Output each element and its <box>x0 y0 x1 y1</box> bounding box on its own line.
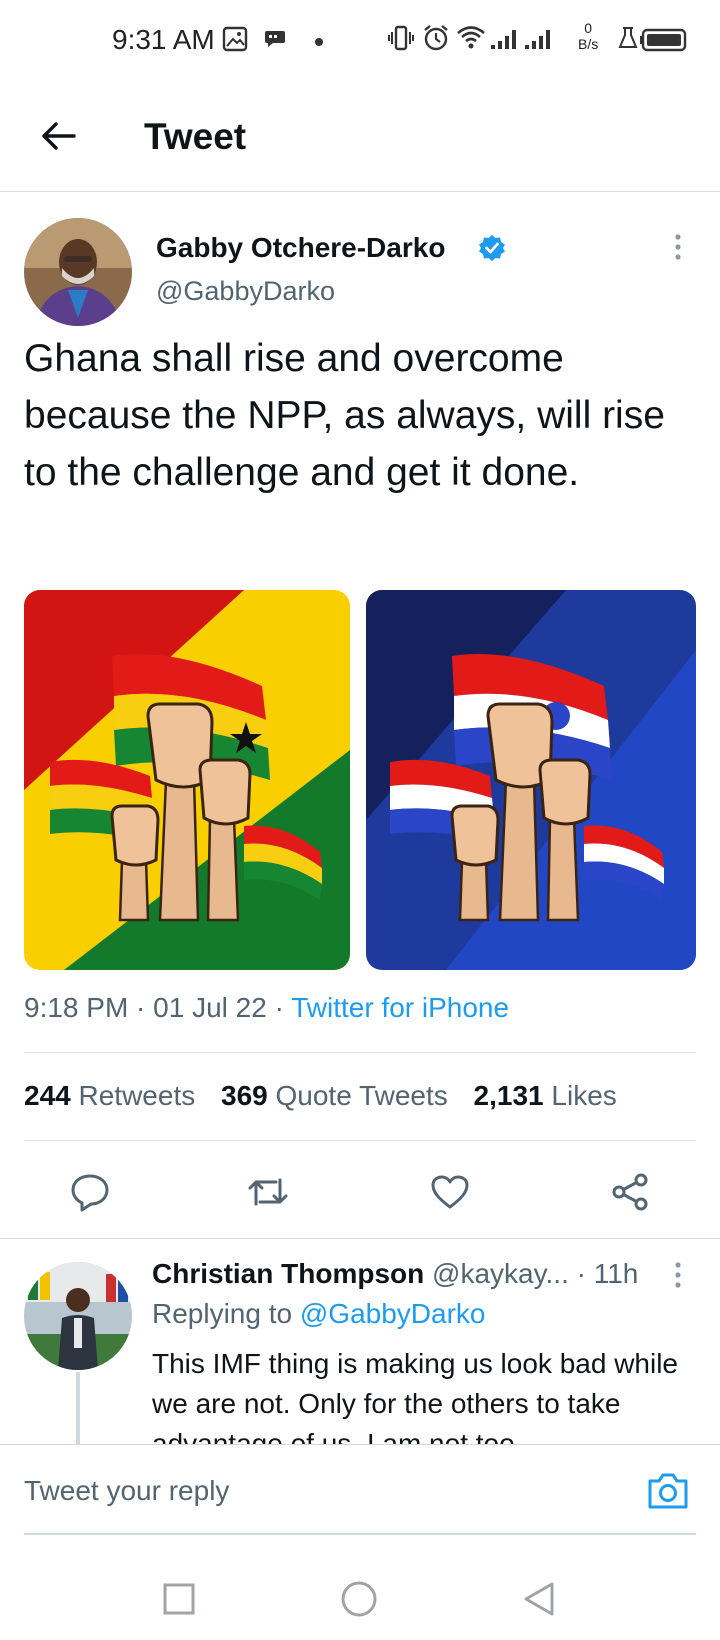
divider <box>24 1140 696 1141</box>
reply-more-options-icon[interactable] <box>672 1260 684 1295</box>
like-button[interactable] <box>424 1168 476 1220</box>
quotes-count: 369 <box>221 1080 268 1111</box>
square-icon <box>162 1582 196 1621</box>
wifi-icon <box>456 24 486 55</box>
retweet-button[interactable] <box>242 1168 294 1220</box>
reply-text: This IMF thing is making us look bad whi… <box>152 1348 678 1444</box>
reply-button[interactable] <box>64 1168 116 1220</box>
signal-icon <box>490 28 520 55</box>
reply-author-avatar[interactable] <box>24 1262 132 1370</box>
page-title: Tweet <box>144 116 247 157</box>
home-button[interactable] <box>336 1578 382 1624</box>
retweets-stat[interactable]: 244 Retweets <box>24 1080 195 1111</box>
camera-icon[interactable] <box>646 1471 690 1516</box>
net-rate-value: 0 <box>584 20 593 36</box>
reply-input[interactable]: Tweet your reply <box>24 1475 229 1507</box>
quotes-label: Quote Tweets <box>275 1080 448 1111</box>
battery-icon <box>640 28 688 57</box>
arrow-left-icon <box>40 120 76 157</box>
meta-separator: · <box>266 992 292 1023</box>
retweets-label: Retweets <box>78 1080 196 1111</box>
author-handle[interactable]: @GabbyDarko <box>156 276 335 307</box>
likes-label: Likes <box>551 1080 617 1111</box>
quotes-stat[interactable]: 369 Quote Tweets <box>221 1080 448 1111</box>
image-icon <box>222 26 248 57</box>
meta-separator: · <box>128 992 154 1023</box>
divider <box>24 1052 696 1053</box>
dot-icon <box>314 34 324 52</box>
system-nav-bar <box>0 1560 720 1640</box>
tweet-date: 01 Jul 22 <box>153 992 267 1023</box>
reply-author-line: Christian Thompson @kaykay... · 11h <box>152 1258 638 1290</box>
composer-underline <box>24 1533 696 1535</box>
reply-time: · 11h <box>576 1258 639 1289</box>
like-icon <box>430 1174 470 1215</box>
net-rate-unit: B/s <box>578 36 599 52</box>
tweet-meta: 9:18 PM · 01 Jul 22 · Twitter for iPhone <box>24 992 509 1024</box>
status-bar: 9:31 AM 0 B/s <box>0 0 720 84</box>
share-icon <box>610 1172 650 1217</box>
retweets-count: 244 <box>24 1080 71 1111</box>
triangle-back-icon <box>522 1581 556 1622</box>
author-avatar[interactable] <box>24 218 132 326</box>
message-icon <box>264 30 286 53</box>
more-options-icon[interactable] <box>672 232 684 267</box>
tweet-stats: 244 Retweets 369 Quote Tweets 2,131 Like… <box>24 1080 635 1112</box>
back-button[interactable] <box>34 114 82 162</box>
reply-composer: Tweet your reply <box>0 1444 720 1560</box>
likes-stat[interactable]: 2,131 Likes <box>474 1080 617 1111</box>
reply-author-name[interactable]: Christian Thompson <box>152 1258 424 1289</box>
reply-author-handle[interactable]: @kaykay... <box>432 1258 569 1289</box>
verified-badge-icon <box>478 234 506 267</box>
signal-icon <box>524 28 554 55</box>
tweet-source-link[interactable]: Twitter for iPhone <box>291 992 509 1023</box>
replying-to: Replying to @GabbyDarko <box>152 1298 485 1330</box>
author-name[interactable]: Gabby Otchere-Darko <box>156 232 445 264</box>
vibrate-icon <box>388 24 414 57</box>
tweet-time: 9:18 PM <box>24 992 129 1023</box>
status-time: 9:31 AM <box>112 24 215 55</box>
alarm-icon <box>422 24 450 57</box>
net-rate: 0 B/s <box>578 20 598 52</box>
lab-icon <box>618 26 638 55</box>
npp-flag-fists-image[interactable] <box>366 590 696 970</box>
thread-line <box>76 1372 80 1444</box>
replying-to-link[interactable]: @GabbyDarko <box>300 1298 486 1329</box>
section-divider <box>0 1238 720 1239</box>
circle-icon <box>340 1580 378 1623</box>
app-header: Tweet <box>0 84 720 192</box>
replying-prefix: Replying to <box>152 1298 293 1329</box>
tweet-text: Ghana shall rise and overcome because th… <box>24 337 665 494</box>
recents-button[interactable] <box>156 1578 202 1624</box>
back-nav-button[interactable] <box>516 1578 562 1624</box>
retweet-icon <box>246 1174 290 1215</box>
reply-icon <box>70 1172 110 1217</box>
ghana-flag-fists-image[interactable] <box>24 590 350 970</box>
likes-count: 2,131 <box>473 1080 544 1111</box>
share-button[interactable] <box>604 1168 656 1220</box>
